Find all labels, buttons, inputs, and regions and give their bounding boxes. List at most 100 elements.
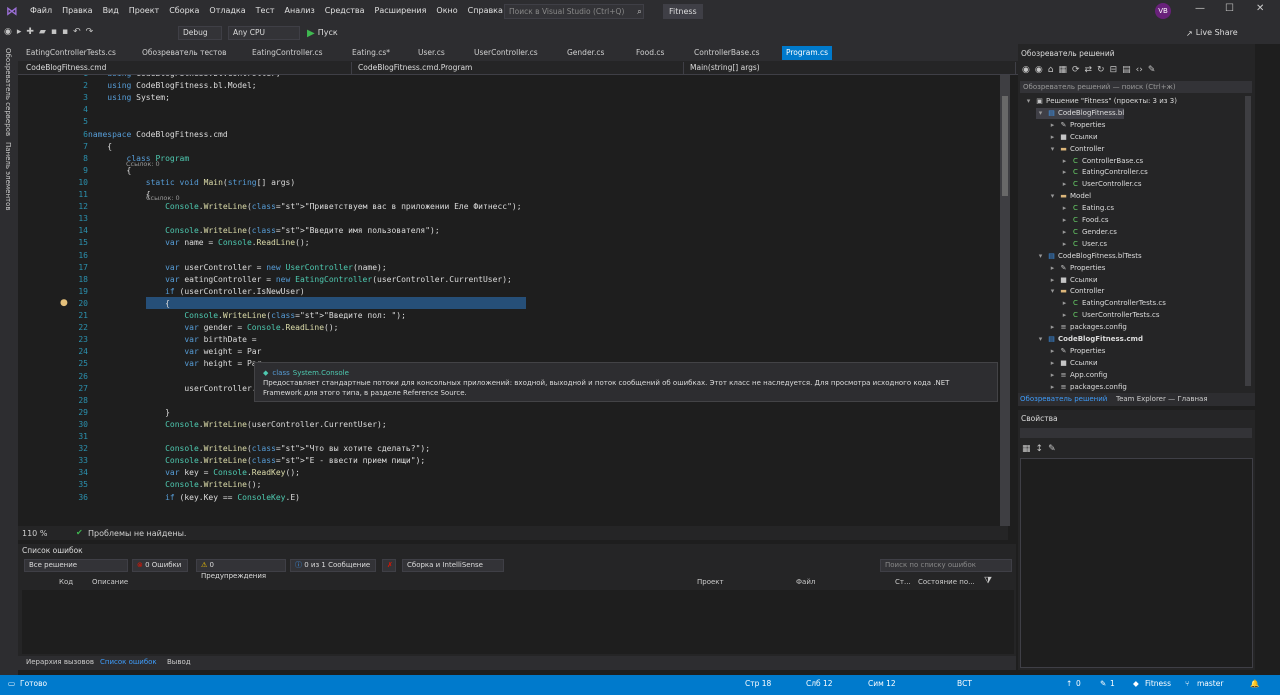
expand-arrow-icon[interactable]: ▸ (1060, 239, 1069, 250)
show-all-files-icon[interactable]: ▤ (1122, 65, 1131, 75)
bottom-tab[interactable]: Список ошибок (100, 658, 157, 666)
tree-item[interactable]: ▾ ▬ Controller (1048, 144, 1105, 155)
repository-name[interactable]: Fitness (1145, 679, 1171, 688)
properties-object-select[interactable] (1020, 428, 1252, 438)
expand-arrow-icon[interactable]: ▾ (1048, 286, 1057, 297)
back-icon[interactable]: ◉ (1022, 65, 1030, 75)
menu-item[interactable]: Отладка (209, 0, 245, 22)
tree-item[interactable]: ▸ C UserController.cs (1060, 179, 1142, 190)
code-line[interactable]: static void Main(string[] args) (88, 178, 295, 187)
expand-arrow-icon[interactable]: ▸ (1048, 358, 1057, 369)
tree-item[interactable]: ▾ ▬ Controller (1048, 286, 1105, 297)
configuration-select[interactable]: Debug (178, 26, 222, 40)
tree-item[interactable]: ▸ ■ Ссылки (1048, 275, 1098, 286)
new-project-icon[interactable]: ✚ (26, 27, 34, 37)
tree-item[interactable]: ▸ ✎ Properties (1048, 263, 1106, 274)
avatar[interactable]: VB (1155, 3, 1171, 19)
tab-solution-explorer[interactable]: Обозреватель решений (1020, 395, 1107, 403)
zoom-level[interactable]: 110 % (22, 529, 47, 538)
codelens-references[interactable]: Ссылок: 0 (146, 194, 180, 202)
expand-arrow-icon[interactable]: ▸ (1048, 370, 1057, 381)
code-line[interactable]: Console.WriteLine(class="st">"Введите по… (88, 311, 406, 320)
expand-arrow-icon[interactable]: ▾ (1048, 191, 1057, 202)
expand-arrow-icon[interactable]: ▸ (1060, 310, 1069, 321)
doc-tab[interactable]: ControllerBase.cs (690, 46, 764, 60)
alphabetical-icon[interactable]: ↕ (1036, 444, 1044, 454)
code-line[interactable]: if (key.Key == ConsoleKey.E) (88, 493, 300, 502)
branch-name[interactable]: master (1197, 679, 1223, 688)
expand-arrow-icon[interactable]: ▸ (1060, 156, 1069, 167)
undo-icon[interactable]: ↶ (73, 27, 81, 37)
doc-tab[interactable]: Обозреватель тестов (138, 46, 231, 60)
expand-arrow-icon[interactable]: ▸ (1060, 298, 1069, 309)
maximize-icon[interactable]: ☐ (1225, 3, 1234, 14)
refresh-icon[interactable]: ↻ (1097, 65, 1105, 75)
issues-status[interactable]: Проблемы не найдены. (88, 529, 186, 538)
tree-item[interactable]: ▸ ✎ Properties (1048, 346, 1106, 357)
tree-item[interactable]: ▸ C Gender.cs (1060, 227, 1117, 238)
tree-item[interactable]: ▸ C ControllerBase.cs (1060, 156, 1143, 167)
menu-item[interactable]: Тест (256, 0, 275, 22)
tree-item[interactable]: ▾ ▬ Model (1048, 191, 1091, 202)
expand-arrow-icon[interactable]: ▾ (1036, 108, 1045, 119)
live-share-button[interactable]: ↗ Live Share (1186, 25, 1238, 41)
warnings-filter-button[interactable]: ⚠ 0 Предупреждения (196, 559, 286, 580)
menu-item[interactable]: Сборка (169, 0, 199, 22)
tree-item[interactable]: ▸ ≡ App.config (1048, 370, 1108, 381)
code-line[interactable]: using CodeBlogFitness.bl.Model; (88, 81, 256, 90)
code-line[interactable]: using CodeBlogFitness.bl.Controller; (88, 75, 280, 78)
tree-item[interactable]: ▾ ▤ CodeBlogFitness.blTests (1036, 251, 1142, 262)
expand-arrow-icon[interactable]: ▸ (1048, 382, 1057, 393)
code-line[interactable]: namespace CodeBlogFitness.cmd (88, 130, 228, 139)
bottom-tab[interactable]: Вывод (167, 658, 191, 666)
menu-item[interactable]: Файл (30, 0, 52, 22)
column-code[interactable]: Код (59, 578, 73, 586)
tree-item[interactable]: ▾ ▣ Решение "Fitness" (проекты: 3 из 3) (1024, 96, 1177, 107)
menu-item[interactable]: Анализ (285, 0, 315, 22)
home-icon[interactable]: ⌂ (1048, 65, 1054, 75)
code-line[interactable]: Console.WriteLine(class="st">"Введите им… (88, 226, 440, 235)
changes-count[interactable]: 1 (1110, 679, 1115, 688)
back-icon[interactable]: ◉ (4, 27, 12, 37)
column-file[interactable]: Файл (796, 578, 815, 586)
tree-item[interactable]: ▸ ✎ Properties (1048, 120, 1106, 131)
menu-item[interactable]: Правка (62, 0, 92, 22)
repo-icon[interactable]: ◆ (1133, 679, 1139, 688)
code-line[interactable]: Console.WriteLine(class="st">"Что вы хот… (88, 444, 430, 453)
tree-item[interactable]: ▸ C EatingControllerTests.cs (1060, 298, 1166, 309)
error-list-search-input[interactable]: Поиск по списку ошибок (880, 559, 1012, 572)
code-line[interactable]: var weight = Par (88, 347, 261, 356)
doc-tab[interactable]: Food.cs (632, 46, 668, 60)
tree-item[interactable]: ▸ ≡ packages.config (1048, 382, 1127, 393)
build-filter-select[interactable]: Сборка и IntelliSense (402, 559, 504, 572)
code-line[interactable]: var key = Console.ReadKey(); (88, 468, 300, 477)
clear-filter-icon[interactable]: ✗ (382, 559, 396, 572)
lightbulb-icon[interactable]: ● (60, 298, 68, 308)
doc-tab[interactable]: User.cs (414, 46, 449, 60)
codelens-references[interactable]: Ссылок: 0 (126, 160, 160, 168)
expand-arrow-icon[interactable]: ▾ (1024, 96, 1033, 107)
column-line[interactable]: Ст... (895, 578, 911, 586)
expand-arrow-icon[interactable]: ▸ (1060, 179, 1069, 190)
column-project[interactable]: Проект (697, 578, 724, 586)
expand-arrow-icon[interactable]: ▸ (1048, 275, 1057, 286)
notifications-icon[interactable]: 🔔 (1250, 679, 1259, 688)
code-line[interactable]: var gender = Console.ReadLine(); (88, 323, 338, 332)
bottom-tab[interactable]: Иерархия вызовов (26, 658, 94, 666)
doc-tab[interactable]: Gender.cs (563, 46, 608, 60)
tree-item[interactable]: ▸ ■ Ссылки (1048, 358, 1098, 369)
tree-item[interactable]: ▾ ▤ CodeBlogFitness.cmd (1036, 334, 1143, 345)
close-icon[interactable]: ✕ (1256, 3, 1264, 14)
menu-item[interactable]: Проект (129, 0, 159, 22)
properties-icon[interactable]: ✎ (1148, 65, 1156, 75)
open-folder-icon[interactable]: ▰ (39, 27, 46, 37)
save-all-icon[interactable]: ▪ (62, 27, 68, 37)
tree-item[interactable]: ▸ ≡ packages.config (1048, 322, 1127, 333)
code-line[interactable]: var height = Par (88, 359, 261, 368)
code-line[interactable]: } (88, 408, 170, 417)
code-line[interactable]: var eatingController = new EatingControl… (88, 275, 512, 284)
doc-tab[interactable]: EatingControllerTests.cs (22, 46, 120, 60)
tree-item[interactable]: ▸ ■ Ссылки (1048, 132, 1098, 143)
menu-item[interactable]: Расширения (375, 0, 427, 22)
server-explorer-tab[interactable]: Обозреватель серверов (4, 48, 12, 136)
